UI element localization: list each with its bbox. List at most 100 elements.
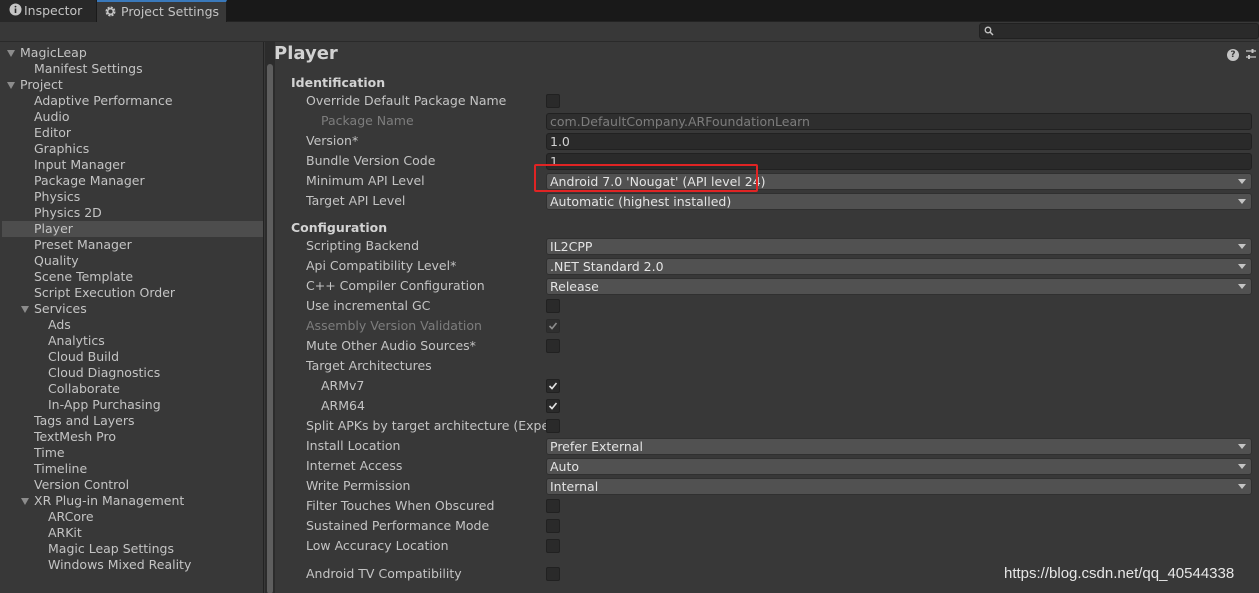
split-apks-label: Split APKs by target architecture (Exper… — [306, 418, 546, 433]
sidebar-item-services[interactable]: Services — [34, 301, 87, 317]
sidebar-item-label: Scene Template — [34, 269, 134, 284]
sidebar-item-label: Input Manager — [34, 157, 126, 172]
sidebar-item-input-manager[interactable]: Input Manager — [34, 157, 125, 173]
preset-settings-icon[interactable] — [1244, 47, 1258, 61]
sidebar-item-label: Adaptive Performance — [34, 93, 173, 108]
sidebar-item-tags-and-layers[interactable]: Tags and Layers — [34, 413, 135, 429]
version-field[interactable]: 1.0 — [546, 133, 1252, 150]
expand-arrow-icon[interactable] — [21, 306, 29, 313]
sidebar-item-ads[interactable]: Ads — [48, 317, 71, 333]
sidebar-item-graphics[interactable]: Graphics — [34, 141, 89, 157]
sustained-performance-label: Sustained Performance Mode — [306, 518, 490, 533]
target-api-level-label: Target API Level — [306, 193, 406, 208]
sidebar-item-label: Physics 2D — [34, 205, 102, 220]
android-tv-compatibility-label: Android TV Compatibility — [306, 566, 462, 581]
sidebar-item-player[interactable]: Player — [2, 221, 263, 237]
sidebar-item-physics-2d[interactable]: Physics 2D — [34, 205, 102, 221]
scrollbar-thumb[interactable] — [267, 64, 273, 593]
dropdown-value: .NET Standard 2.0 — [550, 259, 664, 274]
sidebar-item-preset-manager[interactable]: Preset Manager — [34, 237, 132, 253]
low-accuracy-location-checkbox[interactable] — [546, 539, 560, 553]
sidebar-item-physics[interactable]: Physics — [34, 189, 80, 205]
target-api-level-dropdown[interactable]: Automatic (highest installed) — [546, 193, 1252, 210]
page-title: Player — [274, 43, 338, 64]
sidebar-item-label: Graphics — [34, 141, 90, 156]
sidebar-item-package-manager[interactable]: Package Manager — [34, 173, 145, 189]
sidebar-item-xr-plug-in-management[interactable]: XR Plug-in Management — [34, 493, 184, 509]
sidebar-item-script-execution-order[interactable]: Script Execution Order — [34, 285, 175, 301]
sidebar-item-manifest-settings[interactable]: Manifest Settings — [34, 61, 143, 77]
sidebar-item-label: Manifest Settings — [34, 61, 143, 76]
sidebar-item-label: Timeline — [34, 461, 88, 476]
sidebar-item-label: ARCore — [48, 509, 94, 524]
checkmark-icon — [548, 322, 558, 330]
sidebar-item-analytics[interactable]: Analytics — [48, 333, 105, 349]
split-apks-checkbox[interactable] — [546, 419, 560, 433]
annotation-highlight-box — [534, 164, 758, 192]
sidebar-item-textmesh-pro[interactable]: TextMesh Pro — [34, 429, 116, 445]
write-permission-label: Write Permission — [306, 478, 411, 493]
sidebar-item-scene-template[interactable]: Scene Template — [34, 269, 133, 285]
install-location-dropdown[interactable]: Prefer External — [546, 438, 1252, 455]
assembly-version-validation-checkbox[interactable] — [546, 319, 560, 333]
sustained-performance-checkbox[interactable] — [546, 519, 560, 533]
sidebar-item-windows-mixed-reality[interactable]: Windows Mixed Reality — [48, 557, 191, 573]
sidebar-item-quality[interactable]: Quality — [34, 253, 79, 269]
sidebar-item-magicleap[interactable]: MagicLeap — [20, 45, 87, 61]
sidebar-item-arkit[interactable]: ARKit — [48, 525, 82, 541]
sidebar-item-label: Preset Manager — [34, 237, 132, 252]
package-name-field[interactable]: com.DefaultCompany.ARFoundationLearn — [546, 113, 1252, 130]
sidebar-item-label: Editor — [34, 125, 71, 140]
checkmark-icon — [548, 402, 558, 410]
tab-project-settings[interactable]: Project Settings — [97, 0, 227, 22]
sidebar-item-version-control[interactable]: Version Control — [34, 477, 129, 493]
tab-label: Project Settings — [121, 4, 220, 19]
arm64-checkbox[interactable] — [546, 399, 560, 413]
sidebar-item-cloud-build[interactable]: Cloud Build — [48, 349, 119, 365]
filter-touches-checkbox[interactable] — [546, 499, 560, 513]
sidebar-item-label: XR Plug-in Management — [34, 493, 185, 508]
search-input[interactable] — [979, 23, 1259, 39]
cpp-compiler-dropdown[interactable]: Release — [546, 278, 1252, 295]
sidebar-item-project[interactable]: Project — [20, 77, 63, 93]
sidebar-item-magic-leap-settings[interactable]: Magic Leap Settings — [48, 541, 174, 557]
mute-audio-checkbox[interactable] — [546, 339, 560, 353]
arm64-label: ARM64 — [321, 398, 365, 413]
chevron-down-icon — [1238, 179, 1246, 184]
sidebar-item-label: Physics — [34, 189, 81, 204]
internet-access-label: Internet Access — [306, 458, 403, 473]
write-permission-dropdown[interactable]: Internal — [546, 478, 1252, 495]
incremental-gc-label: Use incremental GC — [306, 298, 431, 313]
sidebar-item-label: Services — [34, 301, 87, 316]
sidebar-item-cloud-diagnostics[interactable]: Cloud Diagnostics — [48, 365, 160, 381]
sidebar-item-editor[interactable]: Editor — [34, 125, 71, 141]
sidebar-item-collaborate[interactable]: Collaborate — [48, 381, 120, 397]
help-icon[interactable]: ? — [1227, 49, 1239, 61]
scripting-backend-dropdown[interactable]: IL2CPP — [546, 238, 1252, 255]
internet-access-dropdown[interactable]: Auto — [546, 458, 1252, 475]
tab-inspector[interactable]: Inspector — [0, 0, 97, 22]
incremental-gc-checkbox[interactable] — [546, 299, 560, 313]
search-strip — [0, 22, 1259, 42]
armv7-checkbox[interactable] — [546, 379, 560, 393]
sidebar-item-audio[interactable]: Audio — [34, 109, 70, 125]
expand-arrow-icon[interactable] — [21, 498, 29, 505]
sidebar-item-label: TextMesh Pro — [34, 429, 116, 444]
api-compatibility-dropdown[interactable]: .NET Standard 2.0 — [546, 258, 1252, 275]
sidebar-item-arcore[interactable]: ARCore — [48, 509, 94, 525]
sidebar-item-in-app-purchasing[interactable]: In-App Purchasing — [48, 397, 161, 413]
low-accuracy-location-label: Low Accuracy Location — [306, 538, 449, 553]
watermark-text: https://blog.csdn.net/qq_40544338 — [1004, 565, 1235, 582]
sidebar-item-label: Package Manager — [34, 173, 145, 188]
sidebar-item-time[interactable]: Time — [34, 445, 65, 461]
sidebar-item-timeline[interactable]: Timeline — [34, 461, 87, 477]
override-package-name-checkbox[interactable] — [546, 94, 560, 108]
expand-arrow-icon[interactable] — [7, 82, 15, 89]
armv7-label: ARMv7 — [321, 378, 365, 393]
api-compatibility-label: Api Compatibility Level* — [306, 258, 457, 273]
expand-arrow-icon[interactable] — [7, 50, 15, 57]
sidebar-item-adaptive-performance[interactable]: Adaptive Performance — [34, 93, 173, 109]
dropdown-value: Prefer External — [550, 439, 643, 454]
chevron-down-icon — [1238, 284, 1246, 289]
android-tv-compatibility-checkbox[interactable] — [546, 567, 560, 581]
